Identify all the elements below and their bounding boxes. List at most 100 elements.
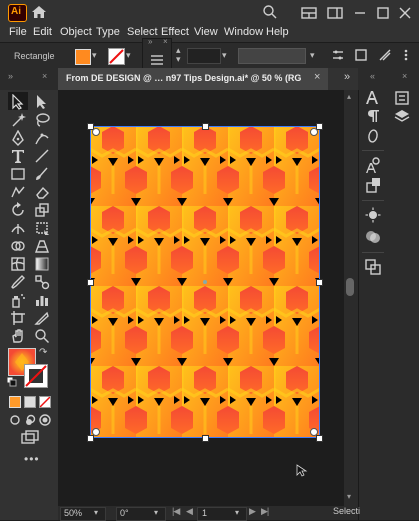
close-toolbar-icon[interactable]: × (42, 71, 47, 81)
fill-swatch[interactable] (75, 49, 91, 65)
properties-panel-icon[interactable] (394, 90, 410, 106)
close-panel-icon[interactable]: × (163, 37, 168, 46)
more-tabs-icon[interactable]: » (344, 71, 350, 83)
zoom-dropdown-icon[interactable]: ▾ (94, 508, 98, 517)
resize-handle-right[interactable] (316, 279, 323, 286)
slice-tool-icon[interactable] (34, 310, 50, 326)
type-styles-panel-icon[interactable] (365, 177, 381, 193)
arrange-documents-icon[interactable] (301, 7, 317, 19)
stroke-weight-dropdown-icon[interactable]: ▾ (222, 50, 227, 61)
canvas-area[interactable] (58, 90, 344, 506)
stroke-color-swatch[interactable] (24, 364, 48, 388)
opentype-panel-icon[interactable] (365, 128, 381, 144)
rotate-tool-icon[interactable] (10, 202, 26, 218)
edit-toolbar-icon[interactable]: ••• (24, 452, 40, 466)
appearance-panel-icon[interactable] (365, 207, 381, 223)
zoom-tool-icon[interactable] (34, 328, 50, 344)
width-tool-icon[interactable] (10, 220, 26, 236)
default-fill-stroke-icon[interactable] (6, 376, 18, 388)
corner-widget-top-left[interactable] (92, 128, 100, 136)
maximize-icon[interactable] (376, 6, 390, 20)
draw-normal-icon[interactable] (9, 414, 21, 426)
blend-tool-icon[interactable] (34, 274, 50, 290)
stroke-swatch[interactable] (108, 48, 125, 65)
magic-wand-tool-icon[interactable] (10, 112, 26, 128)
properties-icon[interactable] (331, 48, 345, 62)
scrollbar-thumb[interactable] (346, 278, 354, 296)
first-artboard-icon[interactable]: |◀ (172, 506, 180, 517)
resize-handle-left[interactable] (87, 279, 94, 286)
mesh-tool-icon[interactable] (10, 256, 26, 272)
direct-selection-tool-icon[interactable] (34, 94, 50, 110)
zoom-field[interactable]: 50% ▾ (60, 507, 106, 521)
draw-behind-icon[interactable] (24, 414, 36, 426)
search-icon[interactable] (262, 4, 278, 20)
profile-dropdown-icon[interactable]: ▾ (310, 50, 315, 61)
more-options-icon[interactable] (400, 48, 412, 62)
close-tab-icon[interactable]: × (314, 71, 320, 83)
collapse-right-panel-icon[interactable]: « (370, 71, 375, 81)
rotation-dropdown-icon[interactable]: ▾ (154, 508, 158, 517)
transform-icon[interactable] (354, 48, 368, 62)
stroke-weight-field[interactable] (187, 48, 221, 64)
stroke-weight-stepper[interactable]: ▴ ▾ (176, 46, 181, 64)
color-mode-button[interactable] (9, 396, 21, 408)
resize-handle-bottom[interactable] (202, 435, 209, 442)
close-icon[interactable] (398, 6, 412, 20)
swap-fill-stroke-icon[interactable]: ↷ (39, 347, 47, 358)
menu-object[interactable]: Object (60, 26, 92, 38)
resize-handle-top[interactable] (202, 123, 209, 130)
selection-tool-icon[interactable] (10, 94, 26, 110)
transparency-panel-icon[interactable] (365, 229, 381, 245)
document-tab[interactable]: From DE DESIGN @ … n97 Tips Design.ai* @… (58, 68, 328, 90)
column-graph-tool-icon[interactable] (34, 292, 50, 308)
corner-widget-top-right[interactable] (310, 128, 318, 136)
menu-window[interactable]: Window (224, 26, 263, 38)
corner-widget-bottom-left[interactable] (92, 428, 100, 436)
eyedropper-tool-icon[interactable] (10, 274, 26, 290)
stroke-dropdown-arrow-icon[interactable]: ▾ (126, 50, 131, 61)
shaper-tool-icon[interactable] (10, 184, 26, 200)
artboard-number-field[interactable]: 1 ▾ (197, 507, 247, 521)
workspace-icon[interactable] (327, 7, 343, 19)
next-artboard-icon[interactable]: ▶ (249, 506, 256, 517)
artboard-tool-icon[interactable] (10, 310, 26, 326)
expand-toolbar-icon[interactable]: » (8, 71, 13, 81)
menu-edit[interactable]: Edit (33, 26, 52, 38)
scroll-down-icon[interactable]: ▾ (347, 492, 351, 501)
vertical-scrollbar[interactable]: ▴ ▾ (344, 90, 358, 506)
scale-tool-icon[interactable] (34, 202, 50, 218)
collapse-panel-icon[interactable]: » (148, 37, 152, 46)
gradient-mode-button[interactable] (24, 396, 36, 408)
symbol-sprayer-tool-icon[interactable] (10, 292, 26, 308)
paragraph-panel-icon[interactable] (365, 108, 381, 124)
none-mode-button[interactable] (39, 396, 51, 408)
menu-help[interactable]: Help (266, 26, 289, 38)
menu-select[interactable]: Select (127, 26, 158, 38)
scroll-up-icon[interactable]: ▴ (347, 92, 351, 101)
previous-artboard-icon[interactable]: ◀ (186, 506, 193, 517)
free-transform-tool-icon[interactable] (34, 220, 50, 236)
hand-tool-icon[interactable] (10, 328, 26, 344)
menu-view[interactable]: View (194, 26, 218, 38)
pathfinder-panel-icon[interactable] (365, 259, 381, 275)
minimize-icon[interactable] (353, 6, 367, 20)
eraser-tool-icon[interactable] (34, 184, 50, 200)
close-right-panel-icon[interactable]: × (402, 71, 407, 81)
character-panel-icon[interactable] (365, 89, 381, 107)
rotation-field[interactable]: 0° ▾ (116, 507, 166, 521)
shape-builder-tool-icon[interactable] (10, 238, 26, 254)
menu-file[interactable]: File (9, 26, 27, 38)
menu-type[interactable]: Type (96, 26, 120, 38)
ruler-icon[interactable] (378, 48, 392, 62)
line-segment-tool-icon[interactable] (34, 148, 50, 164)
align-icon[interactable] (149, 53, 165, 67)
lasso-tool-icon[interactable] (34, 112, 50, 128)
screen-mode-icon[interactable] (20, 430, 40, 446)
variable-width-profile[interactable] (238, 48, 306, 64)
artboard-dropdown-icon[interactable]: ▾ (235, 508, 239, 517)
gradient-tool-icon[interactable] (34, 256, 50, 272)
fill-dropdown-arrow-icon[interactable]: ▾ (92, 50, 97, 61)
draw-inside-icon[interactable] (39, 414, 51, 426)
ai-logo[interactable]: Ai (8, 4, 27, 22)
